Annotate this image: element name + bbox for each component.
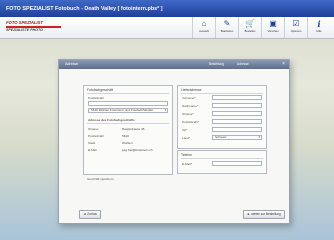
toolbar-options-button[interactable]: ☑ Optionen xyxy=(284,17,307,38)
divider xyxy=(181,93,263,94)
address-dialog: Adresse Bestellung Adresse × Fotofachges… xyxy=(58,59,290,224)
back-button[interactable]: ◄ Zurück xyxy=(79,210,101,219)
toolbar-edit-button[interactable]: ✎ Bearbeiten xyxy=(215,17,238,38)
divider xyxy=(87,93,169,94)
city-label: Stadt xyxy=(88,141,96,145)
brand-subtitle: SPEZIALISTE PHOTO xyxy=(6,28,43,32)
toolbar-label: Optionen xyxy=(290,30,302,33)
store-select[interactable]: 5610 Wohlen Fotointern und Fotofachhändl… xyxy=(88,108,168,113)
app-title: FOTO SPEZIALIST Fotobuch - Death Valley … xyxy=(6,6,163,12)
brand-name: FOTO SPEZIALIST xyxy=(6,20,43,25)
close-icon[interactable]: × xyxy=(282,61,285,67)
pencil-icon: ✎ xyxy=(223,19,231,28)
store-address-title: Adresse des Fotofachgeschäfts xyxy=(88,118,135,122)
store-panel-title: Fotofachgeschäft xyxy=(87,88,114,92)
contact-panel: Telefon E-Mail* xyxy=(177,150,267,174)
postal-code-label: Postleitzahl xyxy=(88,96,104,100)
toolbar-label: Auswahl xyxy=(199,30,209,33)
next-button[interactable]: ► weiter zur Bestellung xyxy=(243,210,285,219)
last-name-label: Nachname* xyxy=(182,104,199,108)
options-icon: ☑ xyxy=(292,19,300,28)
delivery-panel-title: Lieferadresse xyxy=(181,88,202,92)
last-name-input[interactable] xyxy=(212,103,262,108)
toolbar-label: Bestellen xyxy=(244,30,256,33)
delivery-panel: Lieferadresse Vorname* Nachname* Strasse… xyxy=(177,85,267,149)
info-icon: i xyxy=(317,19,321,29)
contact-email-input[interactable] xyxy=(212,161,262,166)
preview-icon: ▣ xyxy=(269,19,277,28)
toolbar-label: Vorschau xyxy=(267,30,279,33)
remember-store-checkbox[interactable]: Geschäft speichern xyxy=(87,177,114,181)
toolbar-home-button[interactable]: ⌂ Auswahl xyxy=(192,17,215,38)
toolbar-help-button[interactable]: i Hilfe xyxy=(307,17,330,38)
store-postal-label: Postleitzahl xyxy=(88,134,104,138)
country-select[interactable]: Schweiz xyxy=(212,135,262,140)
tab-address[interactable]: Adresse xyxy=(237,62,249,66)
contact-email-label: E-Mail* xyxy=(182,162,192,166)
dialog-title-bar: Adresse Bestellung Adresse × xyxy=(59,60,289,69)
store-postal-value: 5610 xyxy=(122,134,129,138)
zip-input[interactable] xyxy=(212,119,262,124)
main-toolbar: ⌂ Auswahl ✎ Bearbeiten 🛒 Bestellen ▣ Vor… xyxy=(192,17,330,38)
zip-label: Postleitzahl* xyxy=(182,120,200,124)
city-value: Wohlen xyxy=(122,141,133,145)
street-input-label: Strasse* xyxy=(182,112,194,116)
first-name-label: Vorname* xyxy=(182,96,196,100)
town-label: Ort* xyxy=(182,128,188,132)
store-panel: Fotofachgeschäft Postleitzahl 5610 Wohle… xyxy=(83,85,173,175)
street-label: Strasse xyxy=(88,127,99,131)
town-input[interactable] xyxy=(212,127,262,132)
dialog-title: Adresse xyxy=(65,62,79,66)
toolbar-preview-button[interactable]: ▣ Vorschau xyxy=(261,17,284,38)
toolbar-label: Hilfe xyxy=(316,30,322,33)
phone-label: Telefon xyxy=(181,153,192,157)
home-icon: ⌂ xyxy=(201,19,207,28)
brand-logo: FOTO SPEZIALIST SPEZIALISTE PHOTO xyxy=(6,20,66,32)
street-input[interactable] xyxy=(212,111,262,116)
postal-code-input[interactable] xyxy=(88,101,168,106)
first-name-input[interactable] xyxy=(212,95,262,100)
email-label: E-Mail xyxy=(88,148,97,152)
toolbar-order-button[interactable]: 🛒 Bestellen xyxy=(238,17,261,38)
title-bar: FOTO SPEZIALIST Fotobuch - Death Valley … xyxy=(0,0,334,17)
country-label: Land* xyxy=(182,136,191,140)
toolbar-label: Bearbeiten xyxy=(220,30,234,33)
street-value: Hauptstrasse 45 xyxy=(122,127,145,131)
tab-order[interactable]: Bestellung xyxy=(209,62,224,66)
cart-icon: 🛒 xyxy=(245,19,255,28)
email-value: jurg.frei@fotointern.ch xyxy=(122,148,153,152)
divider xyxy=(87,123,169,124)
divider xyxy=(181,158,263,159)
